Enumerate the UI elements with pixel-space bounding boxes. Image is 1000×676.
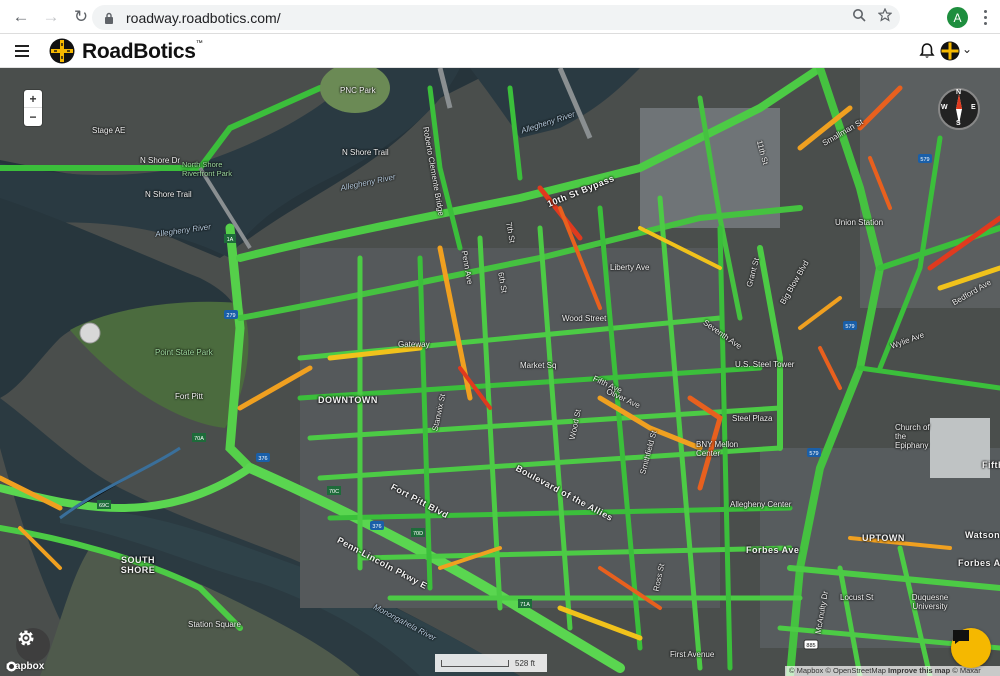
zoom-out-button[interactable]: − [24,108,42,126]
label-n-shore-dr: N Shore Dr [140,156,181,165]
label-church-epiphany: Church of the Epiphany [895,423,930,450]
shield-71a: 71A [520,602,530,608]
lock-icon [102,11,116,25]
shield-579-c: 579 [809,451,818,457]
shield-70d: 70D [413,531,423,537]
label-north-shore-park: North Shore Riverfront Park [182,160,233,178]
label-wood-street: Wood Street [562,314,607,323]
label-duquesne: Duquesne University [911,593,949,611]
label-station-square: Station Square [188,620,241,629]
shield-279: 279 [226,313,235,319]
chat-button[interactable] [951,628,991,668]
account-dropdown-chevron-icon[interactable]: ⌄ [962,42,972,56]
shield-579-b: 579 [845,324,854,330]
browser-menu-icon[interactable] [978,6,992,28]
shield-885: 885 [806,643,815,649]
compass-east: E [971,104,976,111]
label-liberty-ave: Liberty Ave [610,263,650,272]
profile-avatar[interactable]: A [947,7,968,28]
shield-70c: 70C [329,489,339,495]
scale-label: 528 ft [515,658,536,668]
zoom-in-button[interactable]: + [24,90,42,108]
hamburger-menu-icon[interactable] [15,45,29,57]
label-forbes-ave-1: Forbes Ave [746,545,800,555]
gear-icon [18,630,34,646]
compass-west: W [941,104,948,111]
shield-70a: 70A [194,436,204,442]
chat-bubble-icon [953,630,969,644]
forward-icon[interactable]: → [38,4,64,30]
label-market-sq: Market Sq [520,361,557,370]
roadbotics-logo-icon [49,38,75,64]
label-n-shore-trail-1: N Shore Trail [342,148,389,157]
label-uptown: UPTOWN [862,533,905,543]
address-bar[interactable]: roadway.roadbotics.com/ [92,5,900,30]
app-header: RoadBotics™ ⌄ [0,34,1000,68]
settings-gear-button[interactable] [16,628,50,662]
label-point-state-park: Point State Park [155,348,213,357]
zoom-search-icon[interactable] [852,8,866,25]
label-gateway: Gateway [398,340,430,349]
label-watson: Watson [965,530,1000,540]
account-logo-icon[interactable] [940,41,960,61]
label-fifth-e: Fifth [982,460,1000,470]
label-bny-mellon: BNY Mellon Center [696,440,739,458]
shield-1a: 1A [227,237,234,243]
label-allegheny-center: Allegheny Center [730,500,792,509]
url-text: roadway.roadbotics.com/ [126,9,281,26]
bookmark-star-icon[interactable] [877,7,893,25]
zoom-control: + − [24,90,42,126]
compass-north: N [956,89,962,96]
label-us-steel: U.S. Steel Tower [735,360,795,369]
map-scale: 528 ft [435,654,547,672]
shield-376-a: 376 [258,456,267,462]
browser-toolbar: ← → ↻ roadway.roadbotics.com/ A [0,0,1000,34]
label-steel-plaza: Steel Plaza [732,414,773,423]
mapbox-logo[interactable]: mapbox [6,661,44,672]
reload-icon[interactable]: ↻ [68,4,94,30]
label-south-shore: SOUTH SHORE [120,555,156,575]
compass-icon[interactable]: N S W E [938,88,980,130]
attribution-mapbox-link[interactable]: © Mapbox [789,666,823,675]
shield-376-b: 376 [372,524,381,530]
shield-579-a: 579 [920,157,929,163]
label-n-shore-trail-2: N Shore Trail [145,190,192,199]
label-downtown: DOWNTOWN [318,395,378,405]
notifications-bell-icon[interactable] [918,42,936,60]
label-pnc-park: PNC Park [340,86,376,95]
improve-map-link[interactable]: Improve this map [888,666,950,675]
map-view[interactable]: 279 1A 70A 376 70C 376 70D 69C 579 579 5… [0,68,1000,676]
back-icon[interactable]: ← [8,4,34,30]
label-forbes-ave-2: Forbes Ave [958,558,1000,568]
label-stage-ae: Stage AE [92,126,126,135]
attribution-osm-link[interactable]: © OpenStreetMap [825,666,886,675]
shield-69c: 69C [99,503,109,509]
scale-bar [441,659,509,667]
mapbox-icon [6,661,17,672]
label-locust-st: Locust St [840,593,874,602]
brand-name[interactable]: RoadBotics™ [82,40,203,64]
label-fort-pitt: Fort Pitt [175,392,204,401]
label-first-avenue: First Avenue [670,650,715,659]
label-union-station: Union Station [835,218,884,227]
compass-south: S [956,120,961,127]
